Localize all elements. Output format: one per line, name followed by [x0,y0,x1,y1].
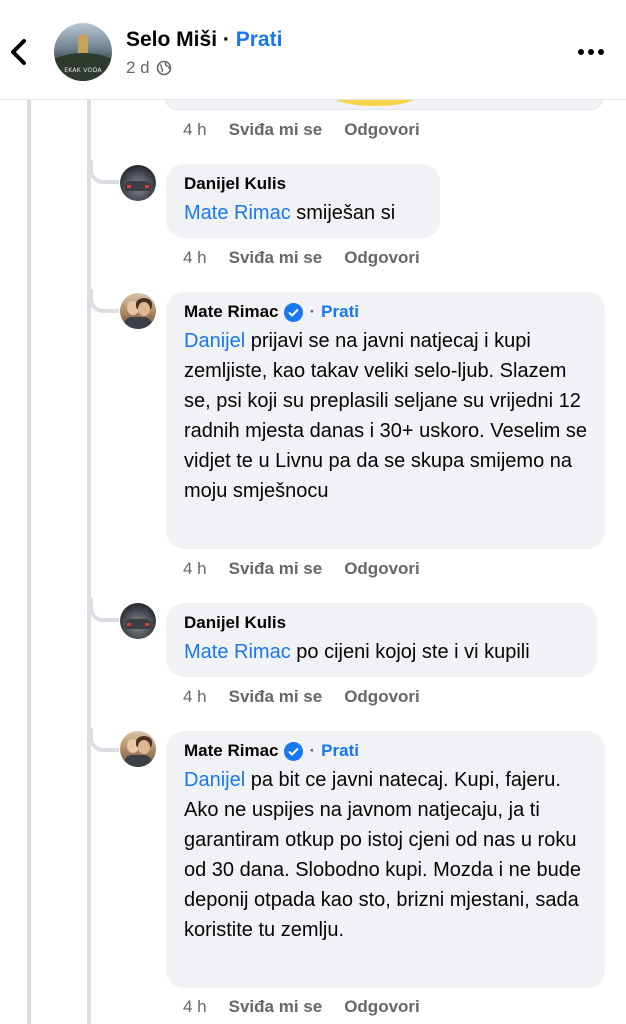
like-button[interactable]: Sviđa mi se [229,559,323,579]
comment-text: Mate Rimac po cijeni kojoj ste i vi kupi… [184,641,530,663]
comment-text: Danijel prijavi se na javni natjecaj i k… [184,330,587,502]
avatar[interactable] [120,165,156,201]
comment-text: Mate Rimac smiješan si [184,202,396,224]
like-button[interactable]: Sviđa mi se [229,120,323,140]
avatar-logo-text: EKAK VODA [64,67,102,74]
mention-link[interactable]: Mate Rimac [184,641,291,663]
reply-button[interactable]: Odgovori [344,248,420,268]
thread-connector [89,598,119,622]
comment-actions: 4 h Sviđa mi se Odgovori [183,559,420,579]
thread-line-outer [27,100,31,1024]
comment-time[interactable]: 4 h [183,559,207,579]
comment-actions: 4 h Sviđa mi se Odgovori [183,997,420,1017]
page-title: Selo Miši · Prati [126,28,282,52]
comment-bubble: Mate Rimac · Prati Danijel pa bit ce jav… [166,731,605,988]
more-options-button[interactable] [574,40,608,64]
avatar[interactable] [120,603,156,639]
post-header: EKAK VODA Selo Miši · Prati 2 d [0,0,626,100]
more-dots-icon [578,49,604,55]
thread-connector [89,160,119,184]
separator-dot: · [309,302,316,321]
comment-time[interactable]: 4 h [183,248,207,268]
comment-time[interactable]: 4 h [183,997,207,1017]
separator-dot: · [309,741,316,760]
verified-badge-icon [284,302,304,322]
separator-dot: · [222,28,230,51]
post-time[interactable]: 2 d [126,58,150,78]
comment-bubble: Danijel Kulis Mate Rimac smiješan si [166,164,440,238]
follow-button[interactable]: Prati [321,741,359,761]
comment-actions: 4 h Sviđa mi se Odgovori [183,120,420,140]
comment-time[interactable]: 4 h [183,120,207,140]
back-button[interactable] [4,34,32,70]
comment-actions: 4 h Sviđa mi se Odgovori [183,248,420,268]
comment-bubble: Danijel Kulis Mate Rimac po cijeni kojoj… [166,603,597,677]
like-button[interactable]: Sviđa mi se [229,687,323,707]
avatar[interactable] [120,731,156,767]
follow-page-button[interactable]: Prati [236,28,283,51]
like-button[interactable]: Sviđa mi se [229,997,323,1017]
reply-button[interactable]: Odgovori [344,997,420,1017]
comment-text: Danijel pa bit ce javni natecaj. Kupi, f… [184,769,581,941]
comment-author[interactable]: Danijel Kulis [184,174,286,194]
chevron-left-icon [11,39,26,65]
comment-author[interactable]: Danijel Kulis [184,613,286,633]
reply-button[interactable]: Odgovori [344,559,420,579]
mention-link[interactable]: Mate Rimac [184,202,291,224]
follow-button[interactable]: Prati [321,302,359,322]
thread-line-inner [87,100,91,1024]
comment-actions: 4 h Sviđa mi se Odgovori [183,687,420,707]
globe-icon [156,60,171,76]
reply-button[interactable]: Odgovori [344,687,420,707]
comment-bubble: Mate Rimac · Prati Danijel prijavi se na… [166,292,605,549]
comment-author[interactable]: Mate Rimac [184,741,278,761]
mention-link[interactable]: Danijel [184,330,245,352]
comment-author[interactable]: Mate Rimac [184,302,278,322]
page-name-link[interactable]: Selo Miši [126,28,217,51]
verified-badge-icon [284,741,304,761]
reply-button[interactable]: Odgovori [344,120,420,140]
post-meta: 2 d [126,58,172,78]
page-avatar[interactable]: EKAK VODA [54,23,112,81]
comment-time[interactable]: 4 h [183,687,207,707]
thread-connector [89,728,119,752]
thread-connector [89,289,119,313]
mention-link[interactable]: Danijel [184,769,245,791]
avatar[interactable] [120,293,156,329]
like-button[interactable]: Sviđa mi se [229,248,323,268]
